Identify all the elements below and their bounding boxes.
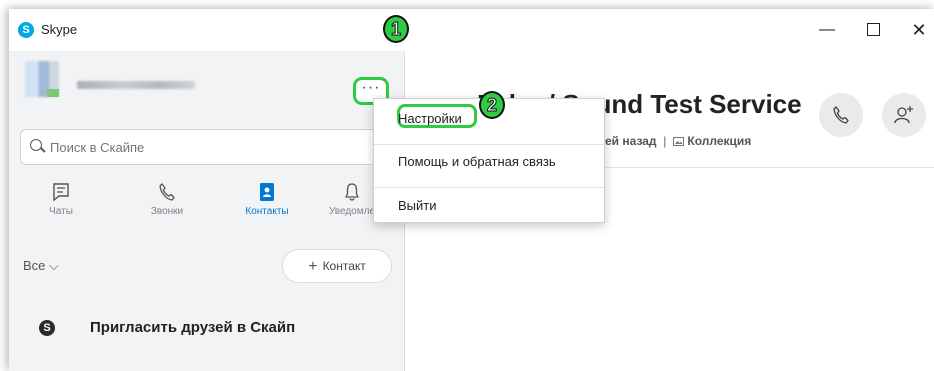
tab-chats-label: Чаты: [49, 206, 73, 217]
contacts-icon: [260, 183, 274, 201]
menu-item-logout-label: Выйти: [398, 198, 437, 213]
add-people-button[interactable]: [882, 93, 926, 137]
window-title: Skype: [41, 22, 78, 37]
chat-subtitle: ей назад | Коллекция: [605, 134, 751, 148]
step-2-badge: 2: [479, 91, 505, 119]
call-button[interactable]: [819, 93, 863, 137]
step-1-badge: 1: [383, 15, 409, 43]
title-bar: S Skype — ✕: [9, 9, 934, 51]
chat-icon: [53, 183, 69, 202]
tab-contacts-label: Контакты: [245, 206, 289, 217]
maximize-icon: [866, 23, 880, 37]
phone-icon: [833, 106, 849, 124]
subtitle-separator: |: [663, 134, 667, 148]
add-person-icon: [894, 106, 913, 124]
search-box[interactable]: ⁝: [20, 129, 380, 165]
gallery-icon: [673, 137, 685, 146]
skype-window: S Skype — ✕ ··· ⁝ Чаты: [9, 9, 934, 371]
phone-icon: [159, 183, 175, 201]
search-input[interactable]: [48, 139, 352, 156]
search-icon: [30, 139, 42, 151]
skype-icon: S: [39, 320, 55, 336]
add-contact-button[interactable]: + Контакт: [282, 249, 392, 283]
menu-item-settings-label: Настройки: [398, 111, 462, 126]
menu-item-help[interactable]: Помощь и обратная связь: [374, 144, 604, 178]
menu-item-logout[interactable]: Выйти: [374, 188, 604, 222]
maximize-button[interactable]: [855, 17, 891, 43]
invite-friends-item[interactable]: S Пригласить друзей в Скайп: [31, 311, 391, 345]
status-indicator: [47, 89, 59, 97]
minimize-button[interactable]: —: [809, 17, 845, 43]
tab-calls[interactable]: Звонки: [129, 181, 205, 227]
tab-calls-label: Звонки: [150, 206, 184, 217]
skype-logo-icon: S: [18, 22, 34, 38]
profile-name-blurred[interactable]: [77, 81, 195, 89]
add-contact-label: Контакт: [322, 259, 366, 273]
plus-icon: +: [308, 258, 318, 275]
invite-friends-label: Пригласить друзей в Скайп: [90, 319, 296, 336]
tab-chats[interactable]: Чаты: [23, 181, 99, 227]
bell-icon: [345, 183, 359, 201]
menu-item-help-label: Помощь и обратная связь: [398, 154, 556, 169]
last-seen-text: ей назад: [605, 134, 657, 148]
contacts-filter-dropdown[interactable]: Все ⌵: [23, 258, 59, 274]
tab-contacts[interactable]: Контакты: [229, 181, 305, 227]
close-button[interactable]: ✕: [901, 17, 934, 43]
sidebar: ··· ⁝ Чаты Звонки: [9, 51, 405, 371]
collection-link[interactable]: Коллекция: [687, 134, 751, 148]
